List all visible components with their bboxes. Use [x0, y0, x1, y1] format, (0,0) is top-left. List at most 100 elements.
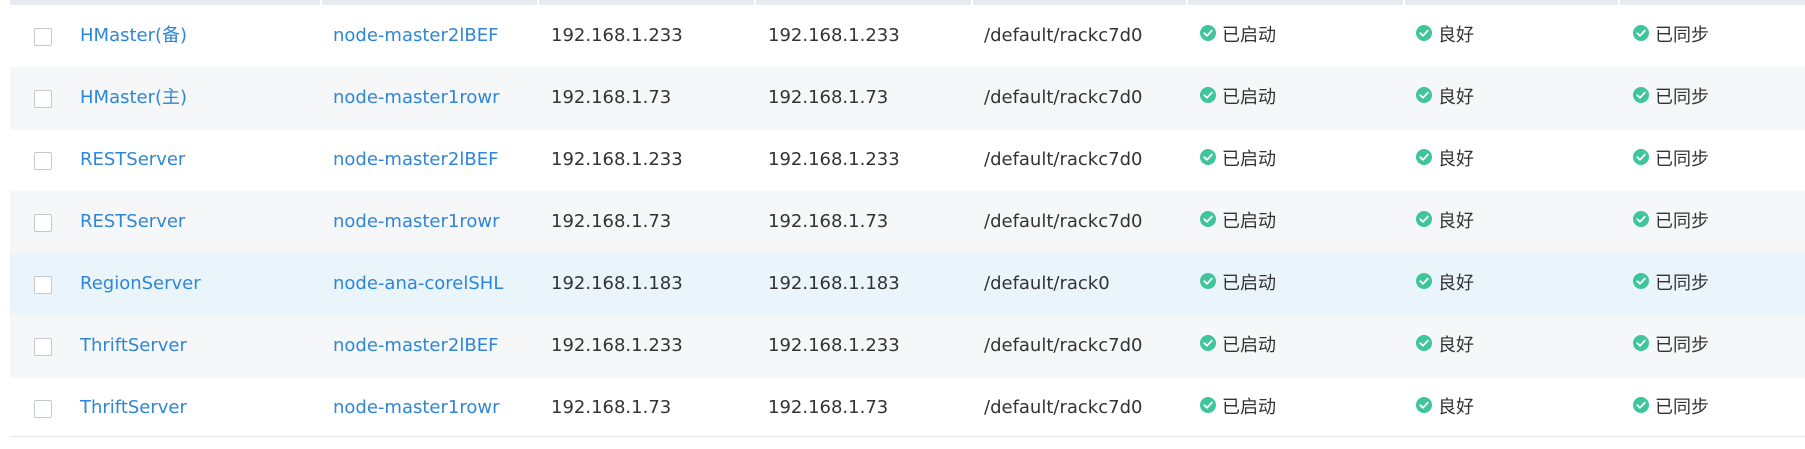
host-link[interactable]: node-master2lBEF: [333, 129, 498, 191]
sync-status: 已同步: [1633, 67, 1709, 129]
table-row[interactable]: RESTServer node-master2lBEF 192.168.1.23…: [10, 129, 1805, 192]
check-circle-icon: [1416, 25, 1432, 41]
run-status-label: 已启动: [1222, 149, 1276, 170]
check-circle-icon: [1200, 25, 1216, 41]
run-status-label: 已启动: [1222, 87, 1276, 108]
run-status-label: 已启动: [1222, 335, 1276, 356]
health-status: 良好: [1416, 191, 1474, 253]
business-ip: 192.168.1.233: [551, 25, 683, 46]
business-ip: 192.168.1.73: [551, 397, 672, 418]
health-status-label: 良好: [1438, 273, 1474, 294]
sync-status-label: 已同步: [1655, 87, 1709, 108]
sync-status-label: 已同步: [1655, 273, 1709, 294]
sync-status-label: 已同步: [1655, 397, 1709, 418]
row-checkbox[interactable]: [34, 90, 52, 108]
rack: /default/rackc7d0: [984, 149, 1143, 170]
business-ip: 192.168.1.233: [551, 335, 683, 356]
host-link[interactable]: node-master1rowr: [333, 67, 499, 129]
check-circle-icon: [1633, 149, 1649, 165]
role-link[interactable]: HMaster(备): [80, 5, 187, 67]
row-checkbox[interactable]: [34, 400, 52, 418]
host-link[interactable]: node-master2lBEF: [333, 5, 498, 67]
business-ip: 192.168.1.73: [551, 87, 672, 108]
check-circle-icon: [1633, 397, 1649, 413]
sync-status-label: 已同步: [1655, 335, 1709, 356]
health-status-label: 良好: [1438, 397, 1474, 418]
health-status-label: 良好: [1438, 211, 1474, 232]
table-bottom-border: [10, 436, 1805, 437]
management-ip: 192.168.1.73: [768, 397, 889, 418]
run-status: 已启动: [1200, 253, 1276, 315]
role-link[interactable]: ThriftServer: [80, 377, 187, 439]
health-status: 良好: [1416, 377, 1474, 439]
check-circle-icon: [1416, 211, 1432, 227]
row-checkbox[interactable]: [34, 276, 52, 294]
host-link[interactable]: node-master2lBEF: [333, 315, 498, 377]
row-checkbox[interactable]: [34, 338, 52, 356]
rack: /default/rack0: [984, 273, 1110, 294]
table-row[interactable]: ThriftServer node-master2lBEF 192.168.1.…: [10, 315, 1805, 378]
host-link[interactable]: node-master1rowr: [333, 377, 499, 439]
business-ip: 192.168.1.73: [551, 211, 672, 232]
health-status-label: 良好: [1438, 87, 1474, 108]
role-link[interactable]: ThriftServer: [80, 315, 187, 377]
sync-status: 已同步: [1633, 5, 1709, 67]
check-circle-icon: [1416, 149, 1432, 165]
table-row[interactable]: RegionServer node-ana-corelSHL 192.168.1…: [10, 253, 1805, 316]
table-row[interactable]: HMaster(备) node-master2lBEF 192.168.1.23…: [10, 5, 1805, 68]
management-ip: 192.168.1.73: [768, 211, 889, 232]
sync-status: 已同步: [1633, 377, 1709, 439]
health-status: 良好: [1416, 315, 1474, 377]
run-status: 已启动: [1200, 191, 1276, 253]
sync-status: 已同步: [1633, 315, 1709, 377]
check-circle-icon: [1200, 211, 1216, 227]
check-circle-icon: [1633, 87, 1649, 103]
check-circle-icon: [1416, 87, 1432, 103]
sync-status: 已同步: [1633, 253, 1709, 315]
rack: /default/rackc7d0: [984, 335, 1143, 356]
health-status: 良好: [1416, 253, 1474, 315]
table-row[interactable]: ThriftServer node-master1rowr 192.168.1.…: [10, 377, 1805, 440]
rack: /default/rackc7d0: [984, 87, 1143, 108]
check-circle-icon: [1200, 397, 1216, 413]
check-circle-icon: [1200, 335, 1216, 351]
run-status: 已启动: [1200, 5, 1276, 67]
run-status: 已启动: [1200, 315, 1276, 377]
check-circle-icon: [1633, 25, 1649, 41]
role-link[interactable]: RegionServer: [80, 253, 201, 315]
business-ip: 192.168.1.233: [551, 149, 683, 170]
sync-status-label: 已同步: [1655, 25, 1709, 46]
management-ip: 192.168.1.233: [768, 149, 900, 170]
row-checkbox[interactable]: [34, 28, 52, 46]
row-checkbox[interactable]: [34, 214, 52, 232]
host-link[interactable]: node-ana-corelSHL: [333, 253, 503, 315]
sync-status-label: 已同步: [1655, 211, 1709, 232]
rack: /default/rackc7d0: [984, 397, 1143, 418]
check-circle-icon: [1200, 149, 1216, 165]
sync-status: 已同步: [1633, 129, 1709, 191]
health-status-label: 良好: [1438, 335, 1474, 356]
health-status: 良好: [1416, 129, 1474, 191]
host-link[interactable]: node-master1rowr: [333, 191, 499, 253]
health-status-label: 良好: [1438, 149, 1474, 170]
management-ip: 192.168.1.233: [768, 25, 900, 46]
role-link[interactable]: RESTServer: [80, 191, 185, 253]
check-circle-icon: [1200, 273, 1216, 289]
row-checkbox[interactable]: [34, 152, 52, 170]
check-circle-icon: [1633, 211, 1649, 227]
run-status-label: 已启动: [1222, 25, 1276, 46]
table-row[interactable]: RESTServer node-master1rowr 192.168.1.73…: [10, 191, 1805, 254]
run-status: 已启动: [1200, 67, 1276, 129]
run-status-label: 已启动: [1222, 397, 1276, 418]
run-status: 已启动: [1200, 377, 1276, 439]
health-status: 良好: [1416, 5, 1474, 67]
run-status-label: 已启动: [1222, 211, 1276, 232]
health-status-label: 良好: [1438, 25, 1474, 46]
table-row[interactable]: HMaster(主) node-master1rowr 192.168.1.73…: [10, 67, 1805, 130]
check-circle-icon: [1416, 335, 1432, 351]
management-ip: 192.168.1.233: [768, 335, 900, 356]
run-status: 已启动: [1200, 129, 1276, 191]
role-link[interactable]: RESTServer: [80, 129, 185, 191]
check-circle-icon: [1416, 273, 1432, 289]
role-link[interactable]: HMaster(主): [80, 67, 187, 129]
